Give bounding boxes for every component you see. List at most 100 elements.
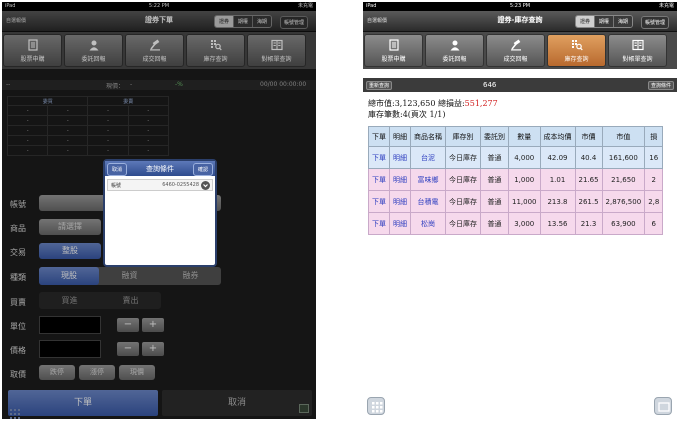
order-link[interactable]: 下單 [368, 146, 390, 169]
query-conditions-dialog: 取消 查詢條件 確認 帳號 6460-0255428 [103, 159, 217, 267]
avg-cost: 42.09 [539, 146, 576, 169]
inventory-type: 今日庫存 [445, 168, 481, 191]
col-header: 委託別 [480, 126, 509, 147]
col-header: 市價 [574, 126, 603, 147]
summary-line-2: 庫存筆數:4(頁次 1/1) [368, 110, 446, 119]
quantity: 11,000 [508, 190, 541, 213]
col-header: 庫存別 [445, 126, 481, 147]
col-header: 損 [644, 126, 664, 147]
document-list-icon [388, 39, 399, 51]
market-price: 40.4 [574, 146, 603, 169]
product-name[interactable]: 富味鄉 [410, 168, 446, 191]
pnl: 2,8 [644, 190, 664, 213]
tool-inventory[interactable]: 庫存查詢 [547, 34, 606, 67]
seg-futures[interactable]: 期權 [595, 16, 615, 27]
market-value: 161,600 [601, 146, 646, 169]
inventory-table: 下單 明細 商品名稱 庫存別 委託別 數量 成本均價 市價 市值 損 下單 明細… [368, 126, 664, 235]
account-manage-button[interactable]: 帳號管理 [641, 16, 670, 29]
keypad-icon[interactable] [367, 397, 385, 415]
tool-label: 委託回報 [442, 56, 467, 63]
account-short: 646 [483, 81, 497, 89]
left-screen: iPad 5:22 PM 未充電 自選報價 證券下單 證券 期權 海期 帳號管理… [2, 2, 316, 419]
dialog-header: 取消 查詢條件 確認 [105, 161, 215, 176]
function-toolbar: 股票申購 委託回報 成交回報 庫存查詢 對帳單查詢 [363, 32, 677, 69]
product-name[interactable]: 台積電 [410, 190, 446, 213]
total-pnl-value: 551,277 [464, 99, 498, 108]
dialog-confirm-button[interactable]: 確認 [192, 163, 213, 176]
battery-status: 未充電 [658, 3, 674, 9]
order-type: 普通 [480, 168, 509, 191]
clock: 5:23 PM [509, 3, 531, 9]
product-name[interactable]: 松崗 [410, 212, 446, 235]
grid-search-icon [571, 40, 583, 51]
table-row: 下單 明細 台積電 今日庫存 普通 11,000 213.8 261.5 2,8… [368, 190, 664, 213]
market-price: 21.3 [574, 212, 603, 235]
tool-label: 股票申購 [381, 56, 406, 63]
query-subbar: 重新查詢 646 查詢條件 [363, 78, 677, 92]
col-header: 明細 [389, 126, 411, 147]
screen-toggle-icon[interactable] [654, 397, 672, 415]
table-header-row: 下單 明細 商品名稱 庫存別 委託別 數量 成本均價 市價 市值 損 [368, 126, 664, 147]
avg-cost: 213.8 [539, 190, 576, 213]
quantity: 4,000 [508, 146, 541, 169]
table-row: 下單 明細 松崗 今日庫存 普通 3,000 13.56 21.3 63,900… [368, 212, 664, 235]
summary-totals: 總市值:3,123,650 總損益: [368, 99, 465, 108]
chevron-down-icon[interactable] [201, 181, 210, 190]
status-bar: iPad 5:23 PM 未充電 [363, 2, 677, 11]
tool-ipo[interactable]: 股票申購 [364, 34, 423, 67]
col-header: 下單 [368, 126, 390, 147]
quantity: 3,000 [508, 212, 541, 235]
tool-label: 對帳單查詢 [622, 56, 653, 63]
tool-statement[interactable]: 對帳單查詢 [608, 34, 667, 67]
tool-label: 庫存查詢 [564, 56, 589, 63]
query-conditions-button[interactable]: 查詢條件 [647, 81, 674, 90]
col-header: 市值 [601, 126, 646, 147]
pnl: 6 [644, 212, 664, 235]
market-value: 2,876,500 [601, 190, 646, 213]
order-link[interactable]: 下單 [368, 168, 390, 191]
person-icon [450, 40, 459, 51]
detail-link[interactable]: 明細 [389, 146, 411, 169]
avg-cost: 13.56 [539, 212, 576, 235]
col-header: 成本均價 [539, 126, 576, 147]
order-type: 普通 [480, 212, 509, 235]
requery-button[interactable]: 重新查詢 [366, 81, 393, 90]
col-header: 商品名稱 [410, 126, 446, 147]
detail-link[interactable]: 明細 [389, 212, 411, 235]
gavel-icon [510, 39, 521, 51]
seg-overseas[interactable]: 海期 [614, 16, 633, 27]
order-type: 普通 [480, 190, 509, 213]
market-segment: 證券 期權 海期 [575, 15, 634, 28]
order-link[interactable]: 下單 [368, 190, 390, 213]
pnl: 16 [644, 146, 664, 169]
market-price: 21.65 [574, 168, 603, 191]
tool-label: 成交回報 [503, 56, 528, 63]
col-header: 數量 [508, 126, 541, 147]
ledger-icon [631, 39, 644, 51]
account-row-value: 6460-0255428 [162, 182, 199, 188]
table-row: 下單 明細 富味鄉 今日庫存 普通 1,000 1.01 21.65 21,65… [368, 168, 664, 191]
market-price: 261.5 [574, 190, 603, 213]
summary-line-1: 總市值:3,123,650 總損益:551,277 [368, 98, 498, 109]
quantity: 1,000 [508, 168, 541, 191]
account-picker-row[interactable]: 帳號 6460-0255428 [107, 179, 213, 191]
avg-cost: 1.01 [539, 168, 576, 191]
product-name[interactable]: 台泥 [410, 146, 446, 169]
tool-deal-report[interactable]: 成交回報 [486, 34, 545, 67]
account-row-label: 帳號 [111, 183, 122, 189]
inventory-type: 今日庫存 [445, 212, 481, 235]
nav-bar: 自選報價 證券-庫存查詢 證券 期權 海期 帳號管理 [363, 11, 677, 32]
tool-order-report[interactable]: 委託回報 [425, 34, 484, 67]
inventory-type: 今日庫存 [445, 190, 481, 213]
market-value: 63,900 [601, 212, 646, 235]
inventory-type: 今日庫存 [445, 146, 481, 169]
right-screen: iPad 5:23 PM 未充電 自選報價 證券-庫存查詢 證券 期權 海期 帳… [363, 2, 677, 419]
seg-securities[interactable]: 證券 [576, 16, 596, 27]
detail-link[interactable]: 明細 [389, 168, 411, 191]
order-link[interactable]: 下單 [368, 212, 390, 235]
detail-link[interactable]: 明細 [389, 190, 411, 213]
table-row: 下單 明細 台泥 今日庫存 普通 4,000 42.09 40.4 161,60… [368, 146, 664, 169]
order-type: 普通 [480, 146, 509, 169]
pnl: 2 [644, 168, 664, 191]
market-value: 21,650 [601, 168, 646, 191]
